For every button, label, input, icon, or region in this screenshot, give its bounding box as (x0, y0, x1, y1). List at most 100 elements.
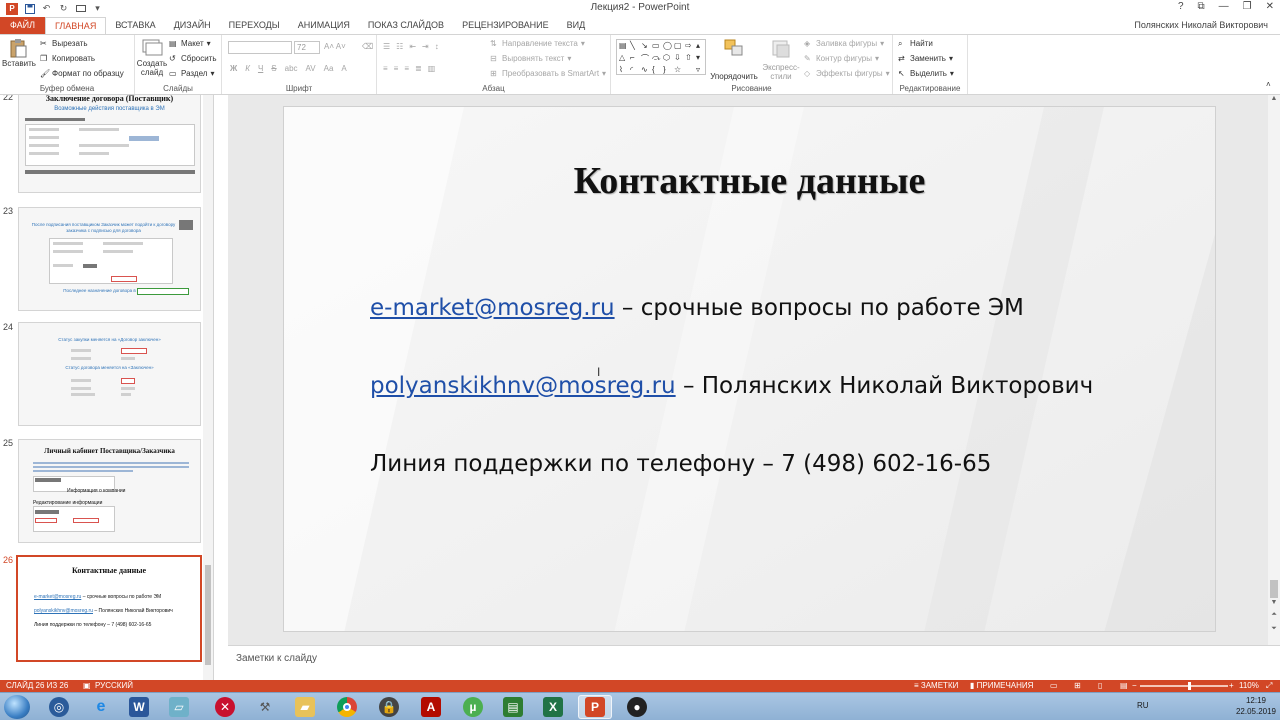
minimize-icon[interactable]: — (1219, 1, 1229, 12)
scroll-up-icon[interactable]: ▲ (1268, 95, 1280, 105)
font-name-input[interactable] (228, 41, 292, 54)
curve-shape-icon[interactable]: ⤼ (652, 53, 662, 64)
thumbnails-scroll-thumb[interactable] (205, 565, 211, 665)
replace-button[interactable]: ⇄ Заменить ▾ (898, 54, 953, 63)
thumbnail-slide-24[interactable]: Статус закупки меняется на «Договор закл… (18, 322, 201, 426)
brace-right-shape-icon[interactable]: } (663, 65, 673, 76)
prev-slide-icon[interactable]: ⏶ (1268, 611, 1280, 621)
justify-icon[interactable]: ≣ (415, 64, 422, 73)
lock-taskbar-icon[interactable]: 🔒 (372, 695, 406, 719)
slide-title[interactable]: Контактные данные (284, 159, 1215, 203)
arrange-button[interactable]: Упорядочить (710, 39, 758, 81)
numbering-icon[interactable]: ☷ (396, 42, 403, 51)
thumbnail-slide-26[interactable]: Контактные данные e-market@mosreg.ru – с… (16, 555, 202, 662)
align-text-button[interactable]: ⊟ Выровнять текст ▾ (490, 54, 571, 63)
thumbnail-slide-23[interactable]: После подписания поставщиком Заказчик мо… (18, 207, 201, 311)
tools-taskbar-icon[interactable]: ⚒ (248, 695, 282, 719)
increase-indent-icon[interactable]: ⇥ (422, 42, 429, 51)
tab-slideshow[interactable]: ПОКАЗ СЛАЙДОВ (359, 17, 453, 34)
shape-effects-button[interactable]: ◇ Эффекты фигуры ▾ (804, 69, 890, 78)
new-slide-button[interactable]: Создать слайд (135, 38, 169, 77)
arrow-shape-icon[interactable]: ↘ (641, 41, 651, 52)
format-painter-button[interactable]: 🖌 Формат по образцу (40, 69, 124, 78)
cut-button[interactable]: ✂ Вырезать (40, 39, 88, 48)
help-icon[interactable]: ? (1178, 1, 1184, 12)
editor-scroll-thumb[interactable] (1270, 580, 1278, 598)
tab-file[interactable]: ФАЙЛ (0, 17, 46, 34)
spacing-button[interactable]: AV (306, 64, 316, 73)
decrease-indent-icon[interactable]: ⇤ (409, 42, 416, 51)
columns-icon[interactable]: ▥ (428, 64, 436, 73)
thumbnails-scrollbar[interactable] (203, 95, 213, 680)
contact-line-email[interactable]: e-market@mosreg.ru – срочные вопросы по … (370, 295, 1024, 321)
reset-button[interactable]: ↺ Сбросить (169, 54, 217, 63)
tab-home[interactable]: ГЛАВНАЯ (45, 17, 107, 34)
shadow-button[interactable]: abc (285, 64, 298, 73)
collapse-ribbon-icon[interactable]: ˄ (1266, 80, 1271, 89)
zoom-out-icon[interactable]: − (1132, 681, 1137, 690)
layout-button[interactable]: ▤ Макет ▾ (169, 39, 211, 48)
chrome-taskbar-icon[interactable] (330, 695, 364, 719)
wave-shape-icon[interactable]: ∿ (641, 65, 651, 76)
textbox-shape-icon[interactable]: ▤ (619, 41, 629, 52)
current-slide[interactable]: Контактные данные e-market@mosreg.ru – с… (283, 106, 1216, 632)
tab-design[interactable]: ДИЗАЙН (165, 17, 220, 34)
tab-view[interactable]: ВИД (558, 17, 595, 34)
tab-animations[interactable]: АНИМАЦИЯ (289, 17, 359, 34)
copy-button[interactable]: ❐ Копировать (40, 54, 95, 63)
text-direction-button[interactable]: ⇅ Направление текста ▾ (490, 39, 585, 48)
clear-format-icon[interactable]: ⌫ (362, 42, 373, 51)
tab-review[interactable]: РЕЦЕНЗИРОВАНИЕ (453, 17, 558, 34)
hexagon-shape-icon[interactable]: ⬡ (663, 53, 673, 64)
normal-view-icon[interactable]: ▭ (1050, 681, 1058, 690)
folder-taskbar-icon[interactable]: ▰ (288, 695, 322, 719)
oval-shape-icon[interactable]: ◯ (663, 41, 673, 52)
user-account[interactable]: Полянских Николай Викторович (1134, 20, 1268, 30)
reading-view-icon[interactable]: ▯ (1098, 681, 1102, 690)
explorer-taskbar-icon[interactable]: ▱ (162, 695, 196, 719)
zoom-slider-thumb[interactable] (1188, 682, 1191, 690)
ribbon-display-icon[interactable]: ⧉ (1198, 1, 1205, 12)
excel-taskbar-icon[interactable]: X (536, 695, 570, 719)
zoom-level[interactable]: 110% (1239, 681, 1259, 690)
strike-button[interactable]: S (271, 64, 276, 73)
notes-pane[interactable]: Заметки к слайду (228, 645, 1280, 680)
align-center-icon[interactable]: ≡ (394, 64, 399, 73)
language-status[interactable]: РУССКИЙ (95, 681, 133, 690)
paste-button[interactable]: Вставить (2, 38, 36, 68)
arrow-right-shape-icon[interactable]: ⇨ (685, 41, 695, 52)
editor-scrollbar[interactable]: ▲ ▼ ⏶ ⏷ (1268, 95, 1280, 645)
align-right-icon[interactable]: ≡ (404, 64, 409, 73)
utorrent-taskbar-icon[interactable]: µ (456, 695, 490, 719)
restore-icon[interactable]: ❐ (1243, 1, 1252, 12)
zoom-slider[interactable] (1140, 685, 1228, 687)
star-shape-icon[interactable]: ☆ (674, 65, 684, 76)
acrobat-taskbar-icon[interactable]: A (414, 695, 448, 719)
shape-fill-button[interactable]: ◈ Заливка фигуры ▾ (804, 39, 884, 48)
brace-left-shape-icon[interactable]: { (652, 65, 662, 76)
person-email-link[interactable]: polyanskikhnv@mosreg.ru (370, 373, 676, 399)
select-button[interactable]: ↖ Выделить ▾ (898, 69, 954, 78)
expand-shapes-icon[interactable]: ▿ (696, 65, 706, 76)
font-color-button[interactable]: A (341, 64, 346, 73)
notes-toggle[interactable]: ≡ ЗАМЕТКИ (914, 681, 958, 690)
scroll-shapes-icon[interactable]: ▾ (696, 53, 706, 64)
email-link[interactable]: e-market@mosreg.ru (370, 295, 615, 321)
down-arrow-shape-icon[interactable]: ⇩ (674, 53, 684, 64)
comments-toggle[interactable]: ▮ ПРИМЕЧАНИЯ (970, 681, 1033, 690)
system-clock[interactable]: 12:19 22.05.2019 (1236, 695, 1276, 717)
next-slide-icon[interactable]: ⏷ (1268, 625, 1280, 635)
bold-button[interactable]: Ж (230, 64, 237, 73)
line-shape-icon[interactable]: ╲ (630, 41, 640, 52)
font-grow-shrink[interactable]: A˄ A˅ (324, 42, 346, 51)
section-button[interactable]: ▭ Раздел ▾ (169, 69, 214, 78)
contact-line-phone[interactable]: Линия поддержки по телефону – 7 (498) 60… (370, 451, 991, 477)
freeform-shape-icon[interactable]: ⌇ (619, 65, 629, 76)
arc-shape-icon[interactable]: ◜ (630, 65, 640, 76)
rect-shape-icon[interactable]: ▭ (652, 41, 662, 52)
italic-button[interactable]: К (245, 64, 250, 73)
quick-styles-button[interactable]: Экспресс- стили (760, 40, 802, 81)
up-arrow-shape-icon[interactable]: ⇧ (685, 53, 695, 64)
bullets-icon[interactable]: ☰ (383, 42, 390, 51)
fit-slide-icon[interactable]: ⤢ (1266, 681, 1272, 691)
